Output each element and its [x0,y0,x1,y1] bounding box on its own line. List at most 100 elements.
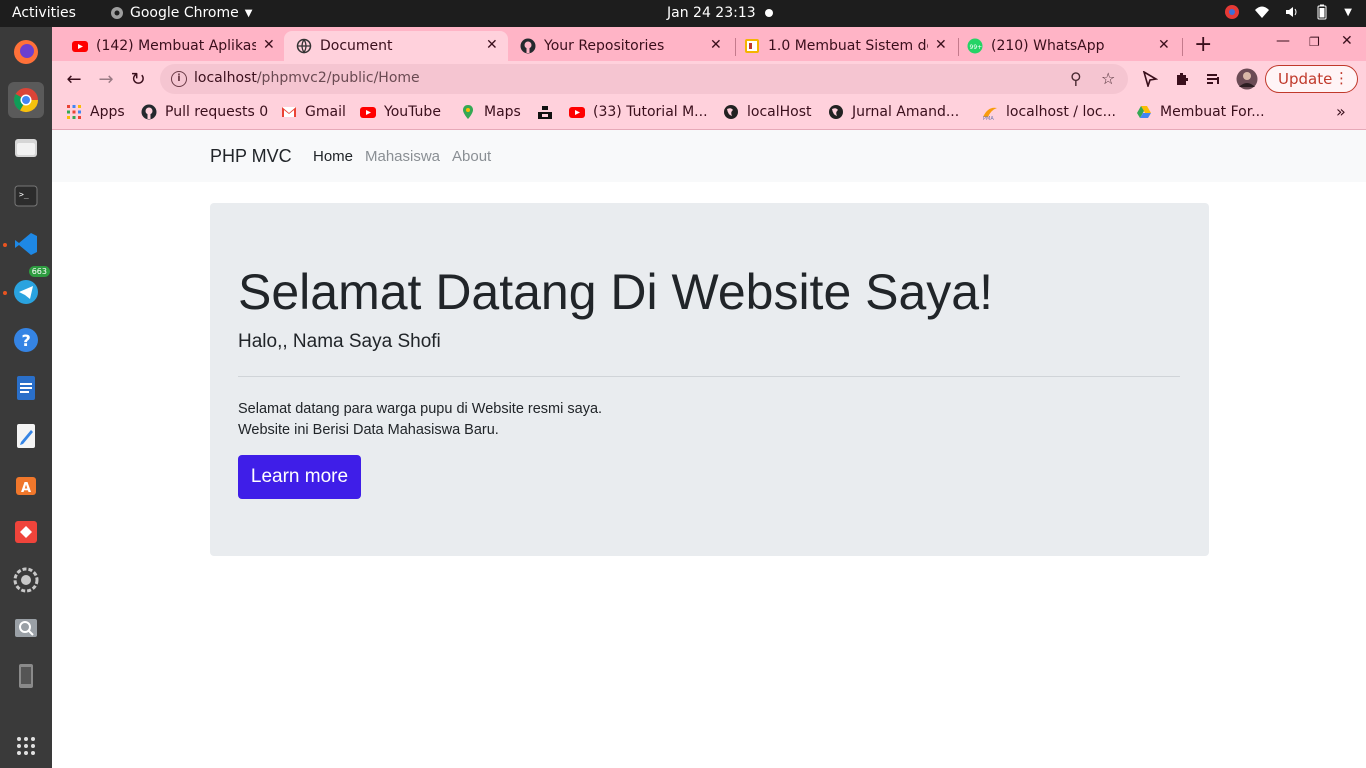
close-icon[interactable]: ✕ [710,37,722,53]
zoom-icon[interactable]: ⚲ [1070,69,1082,88]
chevron-down-icon: ▼ [244,7,253,19]
tab-separator [1182,38,1183,56]
close-icon[interactable]: ✕ [263,37,275,53]
extensions-puzzle-icon[interactable] [1174,71,1190,87]
anydesk-icon [15,521,37,543]
dock-image-viewer[interactable] [8,610,44,646]
github-icon [141,104,157,120]
forward-button[interactable]: → [94,67,118,91]
nav-link-mahasiswa[interactable]: Mahasiswa [365,148,440,165]
bookmark-tutorial[interactable]: (33) Tutorial M... [569,104,708,120]
tab-slides-sistem[interactable]: 1.0 Membuat Sistem de ✕ [736,31,960,61]
dock-show-apps[interactable] [8,728,44,764]
restore-icon[interactable]: ❐ [1309,35,1320,49]
tab-github-repositories[interactable]: Your Repositories ✕ [508,31,732,61]
bookmark-label: localHost [747,104,812,120]
learn-more-button[interactable]: Learn more [238,455,361,499]
bookmark-maps[interactable]: Maps [460,104,521,120]
running-indicator [3,243,7,247]
dock-text-editor[interactable] [8,418,44,454]
dock-writer[interactable] [8,370,44,406]
minimize-icon[interactable]: — [1276,33,1290,49]
dock-firefox[interactable] [8,34,44,70]
address-bar[interactable]: i localhost/phpmvc2/public/Home ⚲ ☆ [160,64,1128,94]
close-icon[interactable]: ✕ [935,37,947,53]
tab-youtube-aplikasi[interactable]: (142) Membuat Aplikasi ✕ [52,31,284,61]
power-menu-icon: ▼ [1344,6,1352,18]
tab-document[interactable]: Document ✕ [284,31,508,61]
svg-text:PMA: PMA [983,116,994,120]
maps-icon [463,105,473,119]
activities-button[interactable]: Activities [12,5,76,21]
window-close-icon[interactable]: ✕ [1341,33,1353,49]
running-indicator [3,291,7,295]
dock-terminal[interactable]: >_ [8,178,44,214]
dock-phone[interactable] [8,658,44,694]
phone-icon [19,664,33,688]
bookmark-pull-requests[interactable]: Pull requests 0 [141,104,268,120]
clock[interactable]: Jan 24 23:13 [667,5,756,21]
unsplash-icon [538,106,552,119]
bookmark-label: Apps [90,104,125,120]
bookmark-label: localhost / loc... [1006,104,1116,120]
bookmark-apps[interactable]: Apps [66,104,125,120]
dock-vscode[interactable] [8,226,44,262]
body-text-line-1: Selamat datang para warga pupu di Websit… [238,401,603,417]
more-bookmarks-chevron: » [1336,102,1346,121]
bookmark-phpmyadmin[interactable]: PMA localhost / loc... [982,104,1116,120]
slides-icon [745,39,759,53]
site-navbar: PHP MVC Home Mahasiswa About [52,130,1366,182]
system-tray[interactable]: ▼ [1224,4,1352,20]
dock-help[interactable]: ? [8,322,44,358]
dock-chrome[interactable] [8,82,44,118]
dock-software[interactable]: A [8,466,44,502]
bookmark-membuat-form[interactable]: Membuat For... [1136,104,1265,120]
app-grid-icon [17,737,35,755]
url-path: /phpmvc2/public/Home [256,70,420,86]
app-menu-label: Google Chrome [130,5,239,21]
github-icon [520,38,536,54]
system-top-bar: Activities Google Chrome ▼ Jan 24 23:13 … [0,0,1366,27]
bookmark-youtube[interactable]: YouTube [360,104,441,120]
bookmark-star-icon[interactable]: ☆ [1101,69,1115,88]
magnifier-image-icon [15,619,37,637]
dock-files[interactable] [8,130,44,166]
back-button[interactable]: ← [62,67,86,91]
dock-anydesk[interactable] [8,514,44,550]
bookmark-unsplash[interactable] [537,104,553,120]
dock-telegram[interactable]: 663 [8,266,50,310]
address-url: localhost/phpmvc2/public/Home [194,70,420,86]
bookmark-label: Membuat For... [1160,104,1265,120]
tab-whatsapp[interactable]: 99+ (210) WhatsApp ✕ [959,31,1183,61]
lead-text: Halo,, Nama Saya Shofi [238,331,441,352]
update-button[interactable]: Update ⋮ [1265,65,1358,93]
more-bookmarks-button[interactable]: » [1336,102,1346,121]
bookmark-localhost[interactable]: localHost [723,104,812,120]
dock-settings[interactable] [8,562,44,598]
web-page: PHP MVC Home Mahasiswa About Selamat Dat… [52,130,1366,768]
tab-title: (210) WhatsApp [991,38,1105,54]
nav-link-about[interactable]: About [452,148,491,165]
page-title: Selamat Datang Di Website Saya! [238,264,994,320]
close-icon[interactable]: ✕ [1158,37,1170,53]
info-icon[interactable]: i [171,71,187,87]
document-writer-icon [17,376,35,400]
whatsapp-icon: 99+ [967,38,983,54]
svg-text:>_: >_ [19,190,29,199]
telegram-icon [14,280,38,304]
bookmark-gmail[interactable]: Gmail [281,104,346,120]
bookmark-jurnal[interactable]: Jurnal Amand... [828,104,959,120]
close-icon[interactable]: ✕ [486,37,498,53]
new-tab-button[interactable]: + [1194,32,1212,57]
navbar-brand[interactable]: PHP MVC [210,146,292,167]
software-store-icon: A [16,477,36,496]
svg-text:?: ? [22,331,31,350]
reload-button[interactable]: ↻ [126,67,150,91]
unread-badge: 663 [28,266,50,277]
nav-link-home[interactable]: Home [313,148,353,165]
avatar[interactable] [1236,68,1258,90]
media-queue-icon[interactable] [1206,71,1222,87]
cursor-extension-icon[interactable] [1142,71,1158,87]
app-menu[interactable]: Google Chrome ▼ [110,5,252,21]
globe-icon [829,105,843,119]
